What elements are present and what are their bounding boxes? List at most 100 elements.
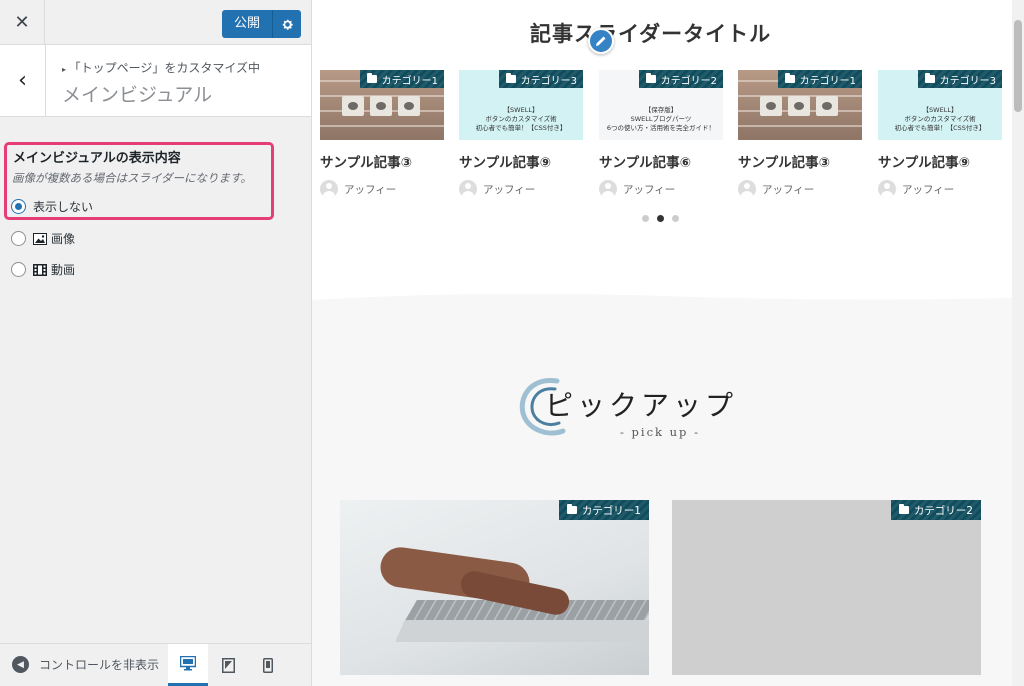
category-label: カテゴリー3	[520, 75, 577, 87]
desktop-icon	[180, 656, 196, 671]
collapse-controls-button[interactable]: ◀ コントロールを非表示	[12, 656, 159, 673]
radio-button[interactable]	[11, 262, 26, 277]
publish-button-group: 公開	[222, 10, 302, 38]
category-label: カテゴリー1	[799, 75, 856, 87]
post-thumbnail[interactable]: カテゴリー1	[738, 70, 862, 140]
radio-button[interactable]	[11, 199, 26, 214]
close-icon: ✕	[14, 12, 30, 33]
category-label: カテゴリー1	[381, 75, 438, 87]
collapse-arrow-icon: ◀	[12, 656, 29, 673]
device-tablet-button[interactable]	[208, 644, 248, 686]
thumbnail-detail	[398, 96, 420, 116]
image-icon	[33, 232, 47, 245]
tablet-icon	[221, 657, 235, 673]
close-button[interactable]: ✕	[0, 0, 45, 45]
category-label: カテゴリー1	[581, 504, 641, 517]
post-thumbnail[interactable]: 【保存版】 SWELLブログパーツ 6つの使い方・活用術を完全ガイド！ カテゴリ…	[599, 70, 723, 140]
author-name: アッフィー	[483, 183, 536, 196]
category-badge: カテゴリー3	[498, 70, 583, 88]
folder-icon	[645, 73, 656, 83]
breadcrumb-text: 「トップページ」をカスタマイズ中	[68, 61, 260, 75]
preview-scrollbar[interactable]	[1012, 0, 1024, 686]
edit-shortcut-button[interactable]	[588, 28, 614, 54]
control-label: メインビジュアルの表示内容	[13, 151, 181, 166]
post-title[interactable]: サンプル記事⑨	[459, 151, 583, 171]
thumbnail-text: 【SWELL】 ボタンのカスタマイズ術 初心者でも簡単！【CSS付き】	[475, 106, 567, 132]
device-mobile-button[interactable]	[248, 644, 288, 686]
radio-button[interactable]	[11, 231, 26, 246]
collapse-label: コントロールを非表示	[39, 658, 160, 672]
author-name: アッフィー	[762, 183, 815, 196]
device-desktop-button[interactable]	[168, 644, 208, 686]
post-card[interactable]: カテゴリー1 サンプル記事③ アッフィー	[738, 70, 862, 198]
section-header: ‹ ▸ 「トップページ」をカスタマイズ中 メインビジュアル	[0, 45, 311, 117]
post-title[interactable]: サンプル記事⑨	[878, 151, 1002, 171]
post-card[interactable]: 【SWELL】 ボタンのカスタマイズ術 初心者でも簡単！【CSS付き】 カテゴリ…	[878, 70, 1002, 198]
post-card[interactable]: 【SWELL】 ボタンのカスタマイズ術 初心者でも簡単！【CSS付き】 カテゴリ…	[459, 70, 583, 198]
post-author: アッフィー	[459, 180, 583, 198]
category-badge: カテゴリー1	[558, 500, 649, 520]
publish-settings-button[interactable]	[273, 10, 301, 38]
category-badge: カテゴリー3	[917, 70, 1002, 88]
category-badge: カテゴリー1	[359, 70, 444, 88]
avatar	[459, 180, 477, 198]
post-author: アッフィー	[320, 180, 444, 198]
category-label: カテゴリー2	[913, 504, 973, 517]
avatar	[738, 180, 756, 198]
pickup-card[interactable]: カテゴリー1	[340, 500, 649, 675]
radio-option-video[interactable]: 動画	[11, 261, 75, 278]
post-author: アッフィー	[878, 180, 1002, 198]
post-title[interactable]: サンプル記事⑥	[599, 151, 723, 171]
thumbnail-detail	[788, 96, 810, 116]
breadcrumb: ▸ 「トップページ」をカスタマイズ中	[62, 59, 260, 76]
category-label: カテゴリー3	[939, 75, 996, 87]
post-card[interactable]: カテゴリー1 サンプル記事③ アッフィー	[320, 70, 444, 198]
pencil-icon	[596, 36, 606, 46]
radio-label: 表示しない	[33, 200, 94, 214]
avatar	[878, 180, 896, 198]
section-title: メインビジュアル	[62, 84, 213, 106]
pickup-subtitle: - pick up -	[620, 425, 700, 439]
post-card[interactable]: 【保存版】 SWELLブログパーツ 6つの使い方・活用術を完全ガイド！ カテゴリ…	[599, 70, 723, 198]
pagination-dot-active[interactable]	[657, 215, 664, 222]
customizer-sidebar: ✕ 公開 ‹ ▸ 「トップページ」をカスタマイズ中 メインビジュアル メインビジ…	[0, 0, 312, 686]
back-button[interactable]: ‹	[0, 45, 46, 116]
thumbnail-detail	[370, 96, 392, 116]
pagination-dot[interactable]	[642, 215, 649, 222]
pickup-card[interactable]: カテゴリー2	[672, 500, 981, 675]
category-badge: カテゴリー2	[890, 500, 981, 520]
folder-icon	[566, 504, 577, 514]
thumbnail-text: 【SWELL】 ボタンのカスタマイズ術 初心者でも簡単！【CSS付き】	[894, 106, 986, 132]
customizer-header: ✕ 公開	[0, 0, 311, 45]
publish-button[interactable]: 公開	[222, 10, 274, 38]
gear-icon	[282, 19, 293, 30]
avatar	[599, 180, 617, 198]
avatar	[320, 180, 338, 198]
thumbnail-detail	[816, 96, 838, 116]
slider-pagination	[642, 215, 679, 222]
video-icon	[33, 263, 47, 276]
author-name: アッフィー	[902, 183, 955, 196]
radio-label: 動画	[51, 263, 76, 277]
post-thumbnail[interactable]: 【SWELL】 ボタンのカスタマイズ術 初心者でも簡単！【CSS付き】 カテゴリ…	[878, 70, 1002, 140]
folder-icon	[924, 73, 935, 83]
scrollbar-thumb[interactable]	[1014, 20, 1022, 112]
slider-title: 記事スライダータイトル	[530, 22, 772, 46]
folder-icon	[898, 504, 909, 514]
pagination-dot[interactable]	[672, 215, 679, 222]
thumbnail-text: 【保存版】 SWELLブログパーツ 6つの使い方・活用術を完全ガイド！	[606, 106, 716, 132]
radio-option-image[interactable]: 画像	[11, 230, 75, 247]
folder-icon	[366, 73, 377, 83]
radio-label: 画像	[51, 232, 76, 246]
post-title[interactable]: サンプル記事③	[320, 151, 444, 171]
post-title[interactable]: サンプル記事③	[738, 151, 862, 171]
post-thumbnail[interactable]: 【SWELL】 ボタンのカスタマイズ術 初心者でも簡単！【CSS付き】 カテゴリ…	[459, 70, 583, 140]
category-badge: カテゴリー1	[777, 70, 862, 88]
post-author: アッフィー	[599, 180, 723, 198]
thumbnail-detail	[342, 96, 364, 116]
radio-option-none[interactable]: 表示しない	[11, 198, 93, 215]
author-name: アッフィー	[623, 183, 676, 196]
control-description: 画像が複数ある場合はスライダーになります。	[12, 171, 252, 185]
mobile-icon	[263, 657, 273, 673]
post-thumbnail[interactable]: カテゴリー1	[320, 70, 444, 140]
